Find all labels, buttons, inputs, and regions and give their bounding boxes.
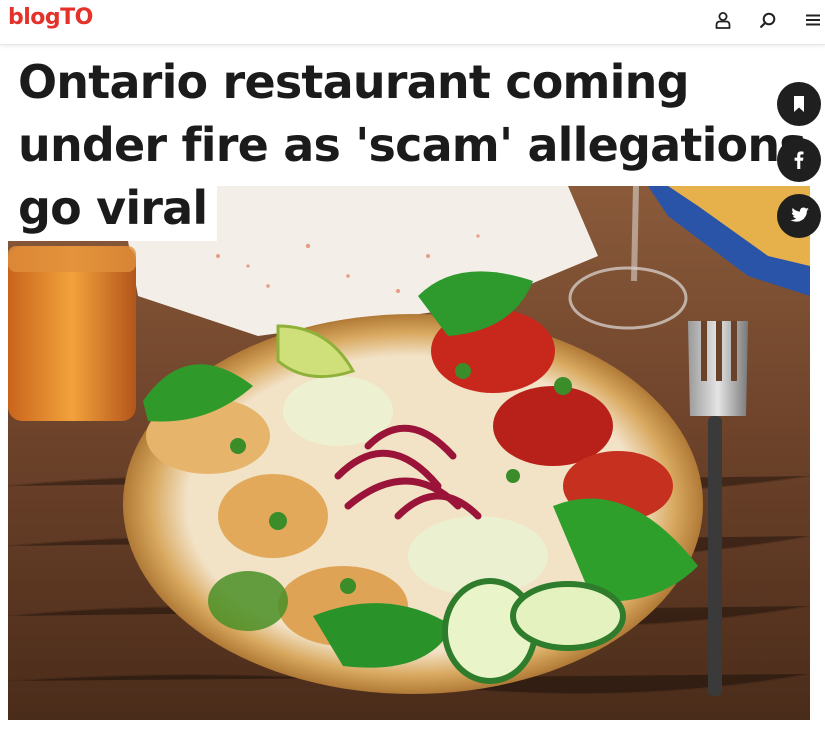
menu-icon[interactable] — [802, 9, 824, 31]
logo-to-text: TO — [60, 5, 93, 30]
twitter-share-button[interactable] — [777, 194, 821, 238]
logo-blog-text: blog — [8, 5, 61, 30]
headline-line: go viral — [8, 178, 218, 241]
facebook-icon — [794, 151, 804, 169]
blogto-logo[interactable]: blogTO — [8, 4, 93, 32]
hero-image — [8, 186, 810, 720]
facebook-share-button[interactable] — [777, 138, 821, 182]
user-icon[interactable] — [712, 9, 734, 31]
search-icon[interactable] — [757, 9, 779, 31]
hero-food-illustration — [8, 186, 810, 720]
bookmark-button[interactable] — [777, 82, 821, 126]
twitter-icon — [790, 207, 809, 222]
headline-line: under fire as 'scam' allegations — [8, 115, 816, 178]
top-navigation-bar: blogTO — [0, 0, 825, 45]
bookmark-icon — [794, 96, 804, 112]
headline-line: Ontario restaurant coming — [8, 52, 699, 115]
article-headline: Ontario restaurant coming under fire as … — [8, 52, 816, 241]
